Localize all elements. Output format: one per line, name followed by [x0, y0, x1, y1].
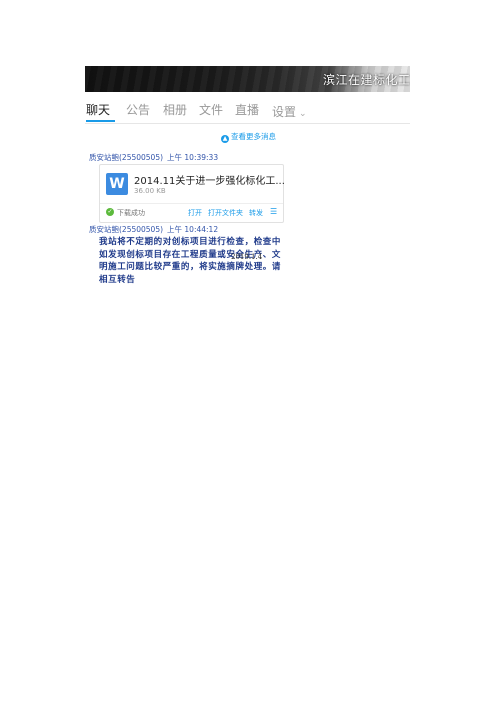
- more-menu-icon[interactable]: ☰: [270, 208, 277, 216]
- open-file-link[interactable]: 打开: [188, 208, 202, 218]
- open-folder-link[interactable]: 打开文件夹: [208, 208, 243, 218]
- forward-link[interactable]: 转发: [249, 208, 263, 218]
- message-time: 上午 10:39:33: [167, 153, 219, 162]
- view-more-label: 查看更多消息: [231, 132, 276, 141]
- message-meta: 质安站鲍(25500505) 上午 10:39:33: [89, 152, 218, 163]
- tab-chat[interactable]: 聊天: [86, 101, 110, 118]
- message-meta: 质安站鲍(25500505) 上午 10:44:12: [89, 224, 218, 235]
- tab-live[interactable]: 直播: [235, 101, 259, 118]
- tab-settings[interactable]: 设置: [272, 105, 296, 119]
- file-size: 36.00 KB: [134, 187, 166, 195]
- word-document-icon: W: [106, 173, 128, 195]
- active-tab-indicator: [86, 120, 115, 122]
- checkmark-icon: ✓: [106, 208, 114, 216]
- clock-icon: ▲: [221, 135, 229, 143]
- file-card[interactable]: W 2014.11关于进一步强化标化工... 36.00 KB ✓ 下载成功 打…: [99, 164, 285, 223]
- sender-name[interactable]: 质安站鲍(25500505): [89, 225, 163, 234]
- group-title: 滨江在建标化工地: [323, 73, 410, 87]
- tab-announcement[interactable]: 公告: [126, 101, 150, 118]
- file-card-divider: [100, 203, 283, 204]
- download-status: 下载成功: [117, 209, 145, 217]
- message-text: 我站将不定期的对创标项目进行检查，检查中如发现创标项目存在工程质量或安全生产、文…: [99, 237, 282, 285]
- group-banner: 滨江在建标化工地: [85, 66, 410, 92]
- tab-divider: [85, 123, 410, 124]
- document-date: 2019.1.4: [231, 253, 263, 261]
- chevron-down-icon: ⌄: [299, 109, 307, 119]
- sender-name[interactable]: 质安站鲍(25500505): [89, 153, 163, 162]
- tab-bar: 聊天 公告 相册 文件 直播 设置 ⌄: [86, 99, 411, 123]
- tab-album[interactable]: 相册: [163, 101, 187, 118]
- tab-files[interactable]: 文件: [199, 101, 223, 118]
- view-more-messages[interactable]: ▲ 查看更多消息: [221, 131, 276, 143]
- message-time: 上午 10:44:12: [167, 225, 219, 234]
- file-name[interactable]: 2014.11关于进一步强化标化工...: [134, 172, 285, 187]
- tab-settings-wrap[interactable]: 设置 ⌄: [272, 101, 307, 120]
